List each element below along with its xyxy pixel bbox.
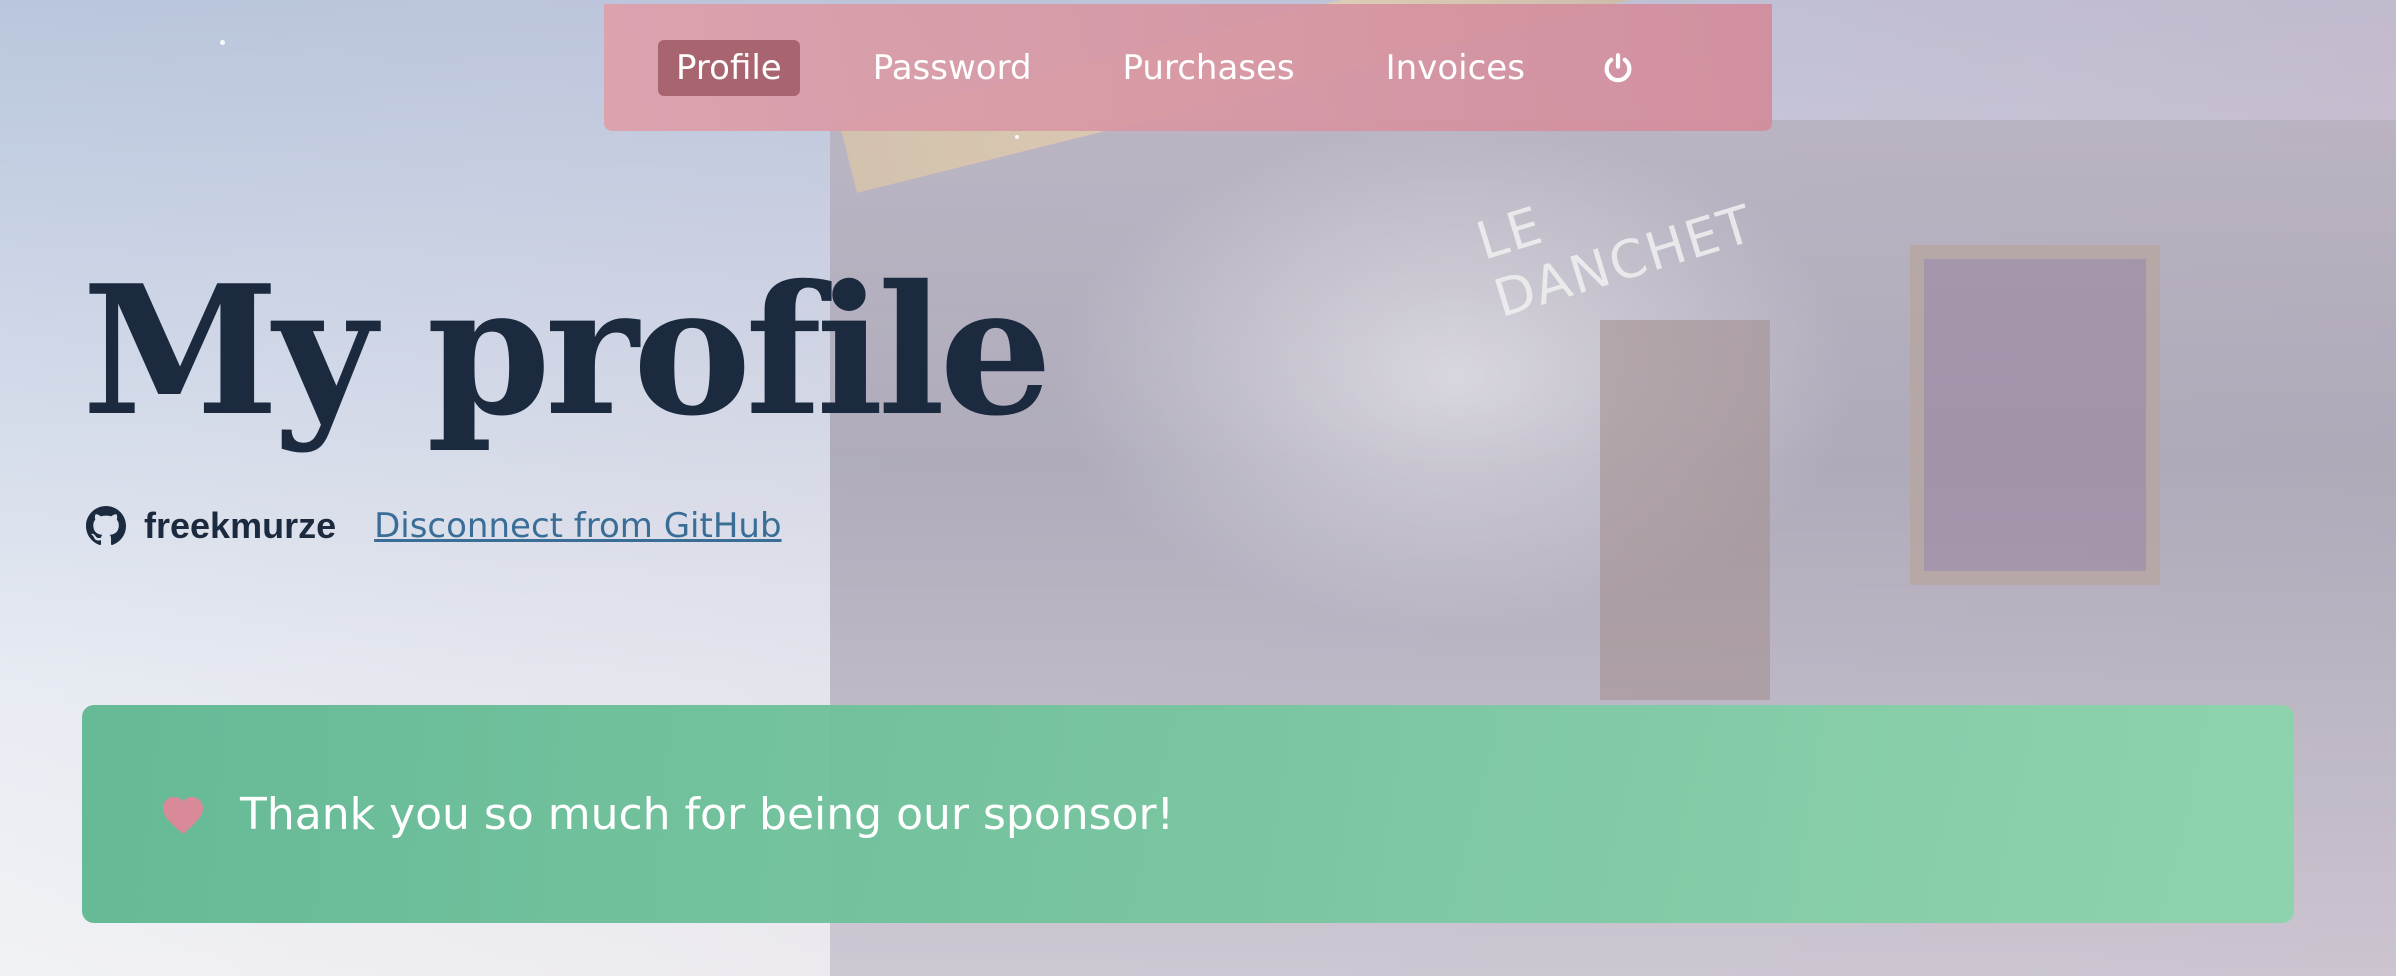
disconnect-github-link[interactable]: Disconnect from GitHub [374, 506, 781, 546]
star [1015, 135, 1019, 139]
github-account-row: freekmurze Disconnect from GitHub [86, 505, 782, 547]
background-door [1600, 320, 1770, 700]
power-icon [1604, 52, 1632, 82]
top-navigation: Profile Password Purchases Invoices [604, 4, 1772, 131]
logout-button[interactable] [1598, 48, 1638, 88]
nav-item-purchases[interactable]: Purchases [1105, 40, 1313, 96]
sponsor-banner: Thank you so much for being our sponsor! [82, 705, 2294, 923]
heart-icon [160, 793, 206, 835]
background-window [1910, 245, 2160, 585]
nav-item-profile[interactable]: Profile [658, 39, 800, 96]
nav-item-invoices[interactable]: Invoices [1368, 40, 1543, 96]
github-icon [86, 506, 126, 546]
page-title: My profile [82, 246, 1052, 455]
github-username: freekmurze [144, 505, 337, 546]
sponsor-message: Thank you so much for being our sponsor! [240, 788, 1175, 840]
nav-item-password[interactable]: Password [855, 40, 1050, 96]
star [220, 40, 225, 45]
